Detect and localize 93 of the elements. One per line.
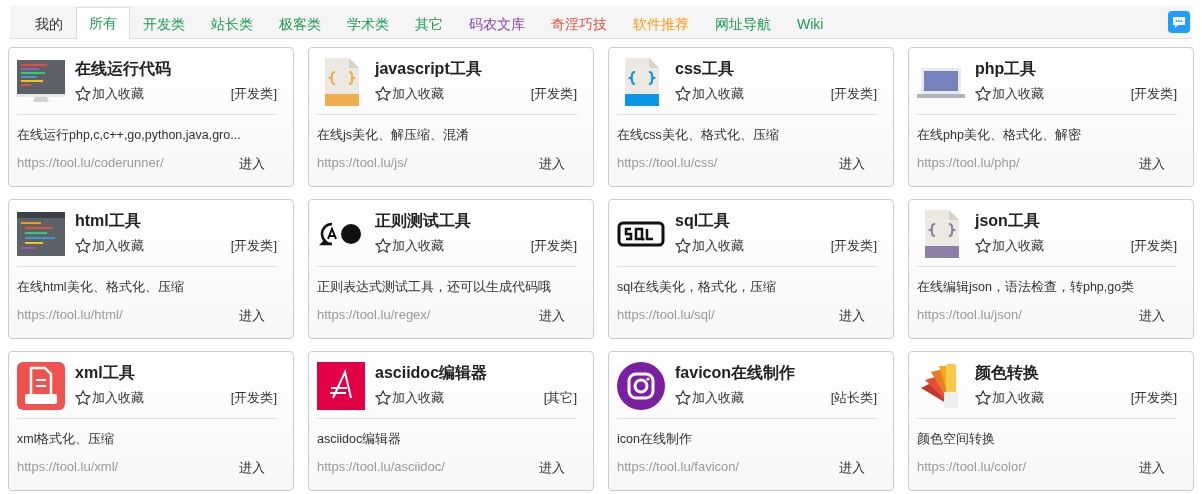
category-label[interactable]: [其它]: [543, 389, 577, 407]
tool-url: https://tool.lu/coderunner/: [17, 155, 164, 172]
tool-url: https://tool.lu/php/: [917, 155, 1020, 172]
tool-title[interactable]: favicon在线制作: [675, 362, 877, 384]
add-favorite-link[interactable]: 加入收藏: [75, 389, 144, 407]
star-icon[interactable]: [975, 238, 991, 254]
tool-description: xml格式化、压缩: [17, 431, 116, 448]
tool-title[interactable]: javascript工具: [375, 58, 577, 80]
enter-link[interactable]: 进入: [1139, 307, 1165, 325]
tool-title[interactable]: html工具: [75, 210, 277, 232]
enter-link[interactable]: 进入: [839, 307, 865, 325]
tool-description: sql在线美化，格式化，压缩: [617, 279, 777, 296]
tab[interactable]: 码农文库: [456, 8, 538, 39]
tool-title[interactable]: css工具: [675, 58, 877, 80]
tool-description: 在线编辑json，语法检查，转php,go类: [917, 279, 1136, 296]
tool-url: https://tool.lu/json/: [917, 307, 1022, 324]
enter-link[interactable]: 进入: [539, 307, 565, 325]
star-icon[interactable]: [75, 390, 91, 406]
asciidoc-icon[interactable]: [317, 362, 365, 410]
star-icon[interactable]: [75, 86, 91, 102]
instagram-icon[interactable]: [617, 362, 665, 410]
enter-link[interactable]: 进入: [239, 459, 265, 477]
star-icon[interactable]: [375, 86, 391, 102]
add-favorite-link[interactable]: 加入收藏: [975, 237, 1044, 255]
category-label[interactable]: [开发类]: [1130, 389, 1177, 407]
category-label[interactable]: [开发类]: [530, 85, 577, 103]
tool-description: 在线js美化、解压缩、混淆: [317, 127, 471, 144]
enter-link[interactable]: 进入: [239, 155, 265, 173]
tab[interactable]: 奇淫巧技: [538, 8, 620, 39]
tool-url: https://tool.lu/js/: [317, 155, 408, 172]
enter-link[interactable]: 进入: [539, 155, 565, 173]
enter-link[interactable]: 进入: [839, 459, 865, 477]
star-icon[interactable]: [375, 238, 391, 254]
add-favorite-link[interactable]: 加入收藏: [975, 85, 1044, 103]
tool-title[interactable]: sql工具: [675, 210, 877, 232]
tool-url: https://tool.lu/xml/: [17, 459, 119, 476]
add-favorite-link[interactable]: 加入收藏: [75, 237, 144, 255]
tool-description: 正则表达式测试工具，还可以生成代码哦: [317, 279, 552, 296]
tool-description: asciidoc编辑器: [317, 431, 403, 448]
star-icon[interactable]: [75, 238, 91, 254]
xml-file-icon[interactable]: [17, 362, 65, 410]
tool-url: https://tool.lu/html/: [17, 307, 123, 324]
tool-title[interactable]: 颜色转换: [975, 362, 1177, 384]
tool-description: 在线css美化、格式化、压缩: [617, 127, 780, 144]
star-icon[interactable]: [975, 390, 991, 406]
add-favorite-link[interactable]: 加入收藏: [975, 389, 1044, 407]
tool-description: 在线php美化、格式化、解密: [917, 127, 1082, 144]
tool-url: https://tool.lu/regex/: [317, 307, 431, 324]
add-favorite-link[interactable]: 加入收藏: [675, 389, 744, 407]
category-label[interactable]: [站长类]: [830, 389, 877, 407]
category-label[interactable]: [开发类]: [830, 85, 877, 103]
star-icon[interactable]: [675, 390, 691, 406]
tool-title[interactable]: json工具: [975, 210, 1177, 232]
category-label[interactable]: [开发类]: [530, 237, 577, 255]
add-favorite-link[interactable]: 加入收藏: [375, 389, 444, 407]
tool-description: 在线运行php,c,c++,go,python,java,gro...: [17, 127, 242, 144]
tool-url: https://tool.lu/color/: [917, 459, 1027, 476]
category-label[interactable]: [开发类]: [230, 389, 277, 407]
tool-description: 颜色空间转换: [917, 431, 996, 448]
tool-url: https://tool.lu/favicon/: [617, 459, 740, 476]
add-favorite-link[interactable]: 加入收藏: [75, 85, 144, 103]
tab[interactable]: 我的: [22, 8, 76, 39]
chat-icon[interactable]: [1168, 11, 1190, 33]
add-favorite-link[interactable]: 加入收藏: [675, 85, 744, 103]
tool-title[interactable]: php工具: [975, 58, 1177, 80]
enter-link[interactable]: 进入: [539, 459, 565, 477]
add-favorite-link[interactable]: 加入收藏: [375, 85, 444, 103]
category-label[interactable]: [开发类]: [1130, 85, 1177, 103]
tool-url: https://tool.lu/asciidoc/: [317, 459, 445, 476]
tool-description: 在线html美化、格式化、压缩: [17, 279, 185, 296]
add-favorite-link[interactable]: 加入收藏: [675, 237, 744, 255]
enter-link[interactable]: 进入: [1139, 459, 1165, 477]
category-label[interactable]: [开发类]: [830, 237, 877, 255]
enter-link[interactable]: 进入: [839, 155, 865, 173]
tool-url: https://tool.lu/sql/: [617, 307, 715, 324]
tool-title[interactable]: asciidoc编辑器: [375, 362, 577, 384]
add-favorite-link[interactable]: 加入收藏: [375, 237, 444, 255]
star-icon[interactable]: [675, 238, 691, 254]
category-label[interactable]: [开发类]: [230, 237, 277, 255]
code-editor-icon[interactable]: [17, 210, 65, 258]
enter-link[interactable]: 进入: [1139, 155, 1165, 173]
tab[interactable]: 所有: [76, 7, 130, 39]
tool-title[interactable]: 在线运行代码: [75, 58, 277, 80]
category-label[interactable]: [开发类]: [1130, 237, 1177, 255]
enter-link[interactable]: 进入: [239, 307, 265, 325]
star-icon[interactable]: [975, 86, 991, 102]
tool-title[interactable]: xml工具: [75, 362, 277, 384]
star-icon[interactable]: [375, 390, 391, 406]
tool-description: icon在线制作: [617, 431, 693, 448]
star-icon[interactable]: [675, 86, 691, 102]
tool-title[interactable]: 正则测试工具: [375, 210, 577, 232]
tool-url: https://tool.lu/css/: [617, 155, 718, 172]
category-label[interactable]: [开发类]: [230, 85, 277, 103]
